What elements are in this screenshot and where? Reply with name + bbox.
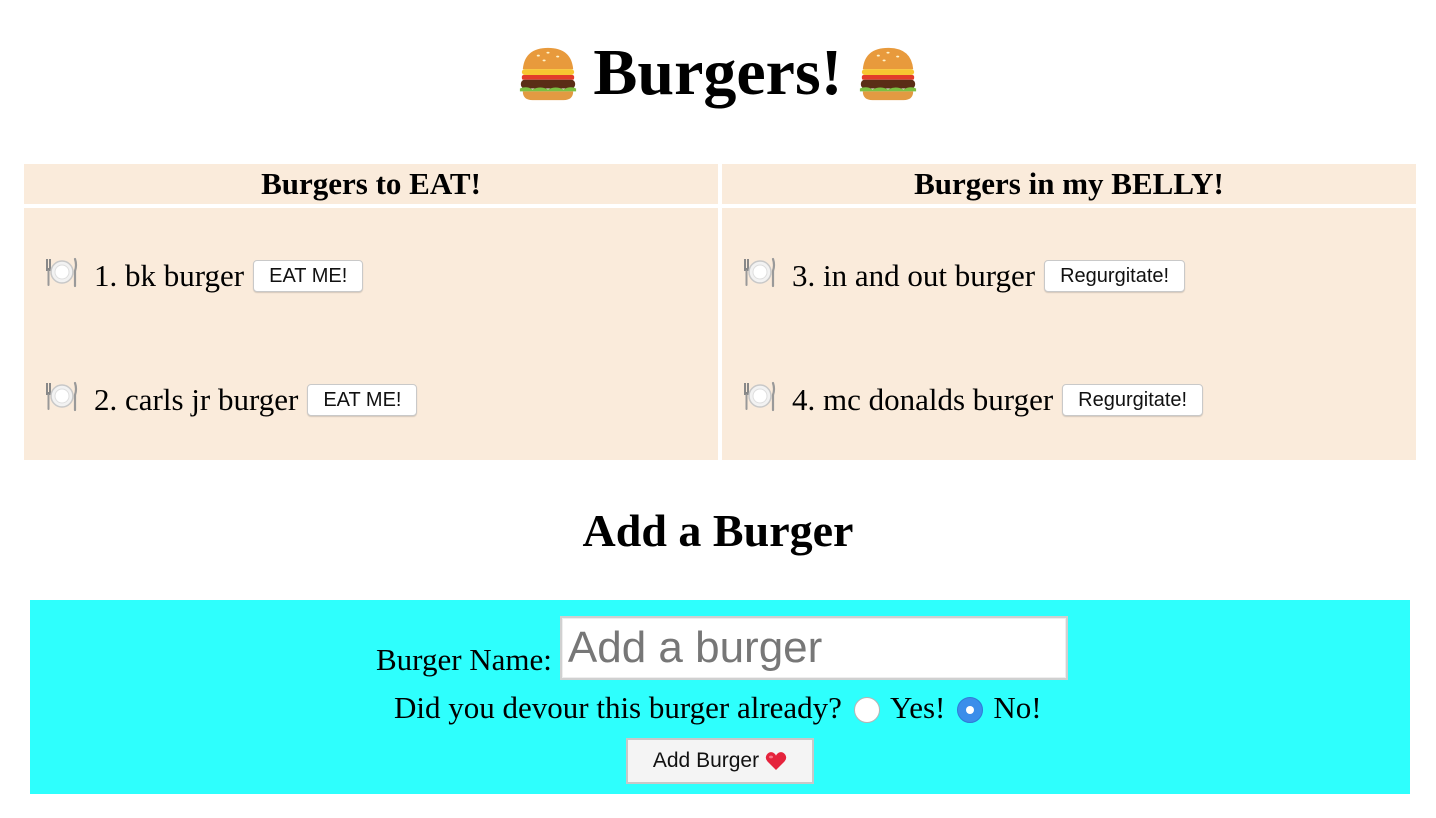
page-title-text: Burgers! (593, 36, 843, 109)
burger-table: Burgers to EAT! 1. bk burger EAT ME! 2. … (24, 164, 1416, 460)
plate-icon (744, 257, 776, 288)
list-item: 3. in and out burger Regurgitate! (742, 256, 1186, 296)
add-burger-button[interactable]: Add Burger (626, 738, 814, 784)
add-burger-form: Burger Name: Did you devour this burger … (30, 600, 1410, 794)
heart-icon (765, 752, 787, 770)
burgers-to-eat-column: Burgers to EAT! 1. bk burger EAT ME! 2. … (24, 164, 718, 460)
burger-name: 4. mc donalds burger (792, 382, 1054, 417)
burgers-in-belly-column: Burgers in my BELLY! 3. in and out burge… (722, 164, 1416, 460)
eat-me-button[interactable]: EAT ME! (253, 260, 364, 292)
eat-me-button[interactable]: EAT ME! (307, 384, 418, 416)
burger-name: 1. bk burger (94, 258, 245, 293)
add-burger-button-label: Add Burger (652, 749, 760, 772)
burger-name-row: Burger Name: (376, 610, 1068, 680)
devour-question-label: Did you devour this burger already? (394, 690, 842, 725)
burger-icon (520, 47, 577, 100)
page-title: Burgers! (0, 30, 1436, 116)
column-body: 3. in and out burger Regurgitate! 4. mc … (722, 208, 1416, 460)
no-radio-label: No! (993, 690, 1042, 725)
column-heading: Burgers to EAT! (24, 164, 718, 204)
yes-radio[interactable] (853, 697, 880, 723)
list-item: 2. carls jr burger EAT ME! (44, 380, 418, 420)
column-heading: Burgers in my BELLY! (722, 164, 1416, 204)
burger-name: 3. in and out burger (792, 258, 1036, 293)
burger-name-input[interactable] (559, 616, 1068, 680)
yes-radio-label: Yes! (889, 690, 946, 725)
list-item: 1. bk burger EAT ME! (44, 256, 364, 296)
burger-name-label: Burger Name: (376, 642, 552, 677)
list-item: 4. mc donalds burger Regurgitate! (742, 380, 1204, 420)
column-body: 1. bk burger EAT ME! 2. carls jr burger … (24, 208, 718, 460)
plate-icon (46, 257, 78, 288)
plate-icon (46, 381, 78, 412)
regurgitate-button[interactable]: Regurgitate! (1062, 384, 1204, 416)
no-radio[interactable] (957, 697, 984, 723)
regurgitate-button[interactable]: Regurgitate! (1044, 260, 1186, 292)
burger-name: 2. carls jr burger (94, 382, 299, 417)
burger-icon (859, 47, 916, 100)
plate-icon (744, 381, 776, 412)
devour-question-row: Did you devour this burger already? Yes!… (394, 686, 1042, 730)
add-burger-title: Add a Burger (582, 505, 854, 556)
